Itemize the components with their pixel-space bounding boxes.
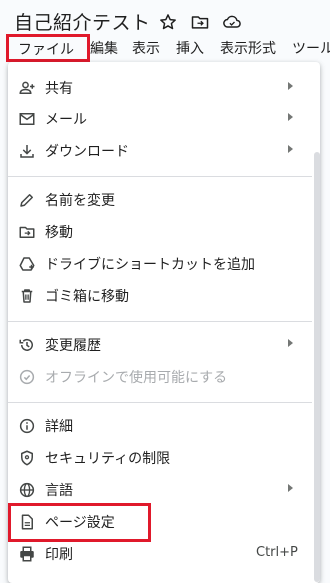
submenu-arrow-icon [288, 484, 293, 492]
pencil-icon [18, 191, 36, 209]
offline-icon [18, 368, 36, 386]
menu-file[interactable]: ファイル [6, 34, 90, 62]
menu-item-move[interactable]: 移動 [8, 217, 320, 247]
menu-insert[interactable]: 挿入 [176, 38, 204, 58]
submenu-arrow-icon [288, 113, 293, 121]
menu-divider [8, 321, 312, 322]
menu-item-label: 共有 [45, 81, 73, 97]
globe-icon [18, 481, 36, 499]
menu-divider [8, 402, 312, 403]
menu-item-label: ダウンロード [45, 144, 129, 160]
menu-item-label: セキュリティの制限 [45, 451, 171, 467]
menu-format[interactable]: 表示形式 [220, 38, 276, 58]
star-icon[interactable] [158, 12, 178, 32]
menu-item-label: オフラインで使用可能にする [45, 370, 228, 386]
menu-item-label: ゴミ箱に移動 [45, 289, 129, 305]
submenu-arrow-icon [288, 339, 293, 347]
menu-item-label: メール [45, 112, 87, 128]
security-icon [18, 449, 36, 467]
document-title[interactable]: 自己紹介テスト [14, 8, 151, 35]
menu-item-make-offline: オフラインで使用可能にする [8, 362, 320, 392]
mail-icon [18, 110, 36, 128]
menu-item-trash[interactable]: ゴミ箱に移動 [8, 281, 320, 311]
menu-edit[interactable]: 編集 [90, 38, 118, 58]
printer-icon [18, 545, 36, 563]
folder-move-icon [18, 223, 36, 241]
menu-item-email[interactable]: メール [8, 104, 320, 134]
menu-item-rename[interactable]: 名前を変更 [8, 185, 320, 215]
menu-item-security-limits[interactable]: セキュリティの制限 [8, 443, 320, 473]
menu-item-label: 変更履歴 [45, 338, 101, 354]
menu-divider [8, 176, 312, 177]
submenu-arrow-icon [288, 82, 293, 90]
menubar: ファイル 編集 表示 挿入 表示形式 ツール [0, 34, 330, 62]
menu-item-print[interactable]: 印刷 Ctrl+P [8, 539, 320, 569]
menu-item-download[interactable]: ダウンロード [8, 136, 320, 166]
menu-item-label: 言語 [45, 483, 73, 499]
menu-item-details[interactable]: 詳細 [8, 411, 320, 441]
download-icon [18, 142, 36, 160]
move-folder-icon[interactable] [190, 12, 210, 32]
person-add-icon [18, 79, 36, 97]
menu-item-version-history[interactable]: 変更履歴 [8, 330, 320, 360]
menu-item-share[interactable]: 共有 [8, 73, 320, 103]
title-actions [158, 12, 242, 32]
highlight-annotation [8, 503, 151, 542]
drive-shortcut-icon [18, 255, 36, 273]
menu-item-label: ドライブにショートカットを追加 [45, 257, 255, 273]
menu-item-label: 詳細 [45, 419, 73, 435]
menu-tools[interactable]: ツール [292, 38, 330, 58]
shortcut-hint: Ctrl+P [256, 545, 298, 560]
trash-icon [18, 287, 36, 305]
menu-item-language[interactable]: 言語 [8, 475, 320, 505]
menu-scrollbar[interactable] [314, 152, 320, 582]
history-icon [18, 336, 36, 354]
docs-header: 自己紹介テスト ファイル 編集 表示 挿入 表示形式 ツール [0, 0, 330, 64]
cloud-saved-icon[interactable] [222, 12, 242, 32]
menu-item-label: 移動 [45, 225, 73, 241]
menu-view[interactable]: 表示 [132, 38, 160, 58]
document-background [0, 64, 8, 583]
menu-item-add-shortcut[interactable]: ドライブにショートカットを追加 [8, 249, 320, 279]
menu-item-label: 名前を変更 [45, 193, 115, 209]
submenu-arrow-icon [288, 145, 293, 153]
menu-item-label: 印刷 [45, 547, 73, 563]
info-icon [18, 417, 36, 435]
